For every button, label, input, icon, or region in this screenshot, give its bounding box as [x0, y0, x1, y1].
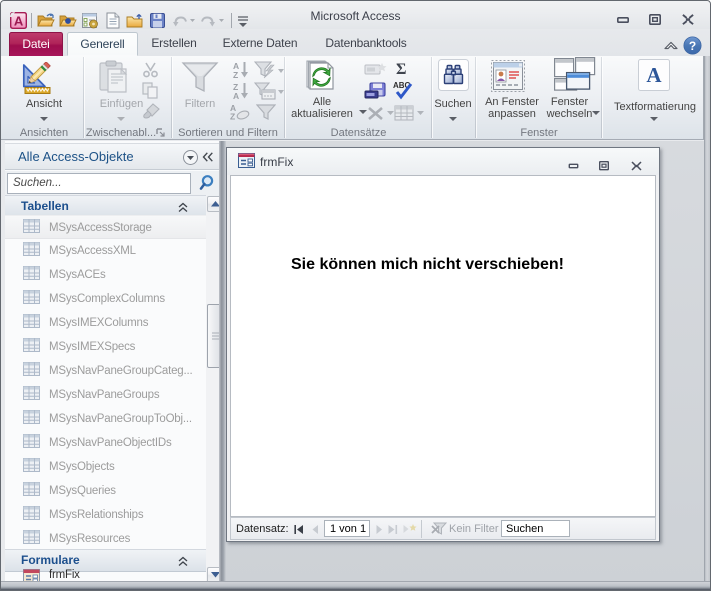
svg-text:Z: Z: [230, 112, 235, 121]
svg-text:A: A: [14, 14, 24, 29]
svg-text:A: A: [233, 91, 239, 100]
svg-text:Z: Z: [233, 70, 238, 79]
svg-text:A: A: [646, 63, 662, 87]
svg-text:Σ: Σ: [396, 61, 406, 77]
svg-text:?: ?: [689, 39, 696, 53]
